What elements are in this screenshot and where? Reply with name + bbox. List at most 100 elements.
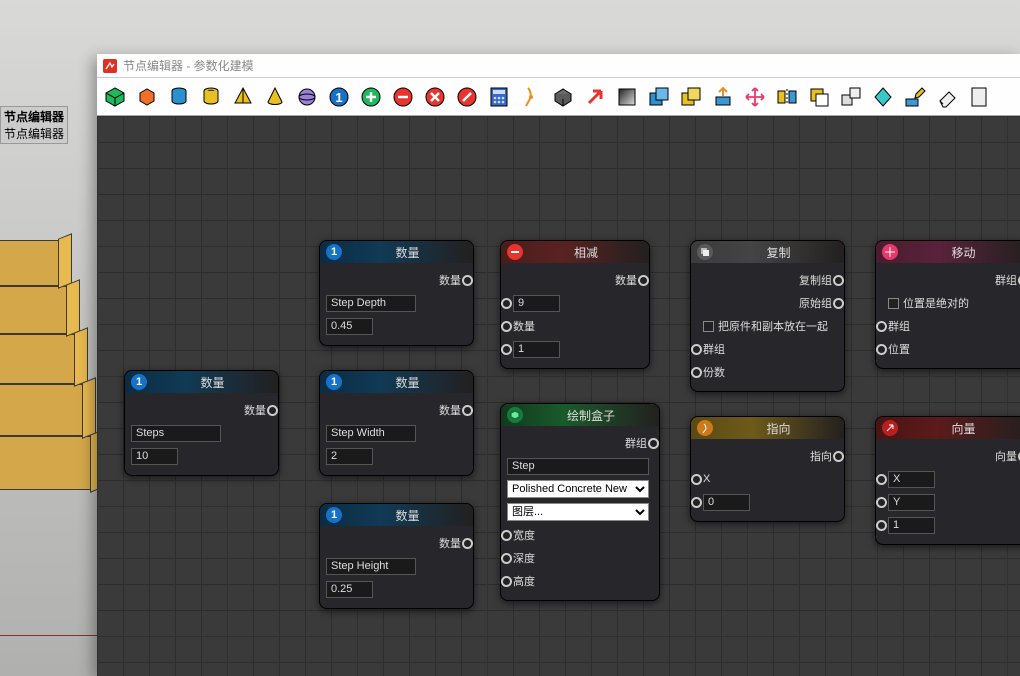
tb-eraser-icon[interactable] (933, 83, 961, 111)
value-input[interactable] (326, 318, 373, 335)
input-port[interactable] (501, 530, 512, 541)
node-step-depth[interactable]: 1 数量 数量 (319, 240, 474, 346)
tb-plus-icon[interactable] (357, 83, 385, 111)
input-port[interactable] (691, 344, 702, 355)
input-port[interactable] (501, 576, 512, 587)
input-port[interactable] (691, 474, 702, 485)
port-label: 原始组 (799, 295, 832, 311)
node-header[interactable]: 绘制盒子 (501, 404, 659, 426)
tb-gradient-icon[interactable] (613, 83, 641, 111)
output-port[interactable] (462, 275, 473, 286)
node-title: 数量 (348, 244, 467, 261)
tb-minus-icon[interactable] (389, 83, 417, 111)
tb-extrude-icon[interactable] (709, 83, 737, 111)
tb-times-icon[interactable] (421, 83, 449, 111)
cube-icon (507, 407, 523, 423)
input-port[interactable] (501, 298, 512, 309)
input-port[interactable] (691, 497, 702, 508)
y-input[interactable] (888, 494, 935, 511)
node-step-width[interactable]: 1 数量 数量 (319, 370, 474, 476)
node-title: 移动 (904, 244, 1020, 261)
tb-flip-h-icon[interactable] (773, 83, 801, 111)
node-header[interactable]: 向量 (876, 417, 1020, 439)
node-vector[interactable]: 向量 向量 (875, 416, 1020, 545)
z-input[interactable] (888, 517, 935, 534)
tb-layers-blue-icon[interactable] (645, 83, 673, 111)
value-input[interactable] (703, 494, 750, 511)
node-header[interactable]: 1 数量 (320, 504, 473, 526)
input-port[interactable] (691, 367, 702, 378)
tb-scale-icon[interactable] (837, 83, 865, 111)
titlebar[interactable]: 节点编辑器 - 参数化建模 (97, 54, 1020, 78)
checkbox[interactable] (888, 298, 899, 309)
output-port[interactable] (648, 438, 659, 449)
x-input[interactable] (888, 471, 935, 488)
node-steps[interactable]: 1 数量 数量 (124, 370, 279, 476)
node-header[interactable]: 1 数量 (320, 371, 473, 393)
node-step-height[interactable]: 1 数量 数量 (319, 503, 474, 609)
output-port[interactable] (833, 298, 844, 309)
node-point[interactable]: 指向 指向 X (690, 416, 845, 522)
input-port[interactable] (501, 553, 512, 564)
output-port[interactable] (267, 405, 278, 416)
tb-calculator-icon[interactable] (485, 83, 513, 111)
minus-icon (507, 244, 523, 260)
tb-prism-icon[interactable] (133, 83, 161, 111)
tb-cone-icon[interactable] (261, 83, 289, 111)
name-input[interactable] (326, 558, 416, 575)
node-header[interactable]: 1 数量 (320, 241, 473, 263)
tb-box3d-icon[interactable] (549, 83, 577, 111)
node-canvas[interactable]: 1 数量 数量 1 数量 数量 1 数量 (97, 116, 1020, 676)
tb-cylinder-icon[interactable] (165, 83, 193, 111)
output-port[interactable] (833, 275, 844, 286)
checkbox[interactable] (703, 321, 714, 332)
tb-arrow-ne-icon[interactable] (581, 83, 609, 111)
node-header[interactable]: 1 数量 (125, 371, 278, 393)
node-draw-box[interactable]: 绘制盒子 群组 Polished Concrete New 图层... 宽度 深… (500, 403, 660, 601)
input-port[interactable] (501, 321, 512, 332)
input-port[interactable] (876, 520, 887, 531)
output-port[interactable] (833, 451, 844, 462)
tb-cube-icon[interactable] (101, 83, 129, 111)
node-header[interactable]: 复制 (691, 241, 844, 263)
port-label: X (703, 473, 710, 485)
value-input[interactable] (326, 581, 373, 598)
input-port[interactable] (501, 344, 512, 355)
name-input[interactable] (131, 425, 221, 442)
output-port[interactable] (638, 275, 649, 286)
output-port[interactable] (462, 405, 473, 416)
tb-sphere-icon[interactable] (293, 83, 321, 111)
tb-copy-icon[interactable] (805, 83, 833, 111)
tb-edit-icon[interactable] (901, 83, 929, 111)
tb-diamond-icon[interactable] (869, 83, 897, 111)
tb-page-icon[interactable] (965, 83, 993, 111)
tb-move-cross-icon[interactable] (741, 83, 769, 111)
node-header[interactable]: 相减 (501, 241, 649, 263)
input-port[interactable] (876, 344, 887, 355)
tb-tube-icon[interactable] (197, 83, 225, 111)
node-move[interactable]: 移动 群组 位置是绝对的 群组 位置 (875, 240, 1020, 369)
output-port[interactable] (462, 538, 473, 549)
tb-divide-icon[interactable] (453, 83, 481, 111)
port-label: 指向 (810, 448, 832, 464)
node-subtract[interactable]: 相减 数量 数量 (500, 240, 650, 369)
value-input[interactable] (326, 448, 373, 465)
input-port[interactable] (876, 497, 887, 508)
tb-pyramid-icon[interactable] (229, 83, 257, 111)
material-select[interactable]: Polished Concrete New (507, 480, 649, 498)
value-a-input[interactable] (513, 295, 560, 312)
value-input[interactable] (131, 448, 178, 465)
node-copy[interactable]: 复制 复制组 原始组 把原件和副本放在一起 群组 份数 (690, 240, 845, 392)
node-header[interactable]: 移动 (876, 241, 1020, 263)
name-input[interactable] (326, 295, 416, 312)
name-input[interactable] (326, 425, 416, 442)
value-b-input[interactable] (513, 341, 560, 358)
layer-select[interactable]: 图层... (507, 503, 649, 521)
tb-layers-yellow-icon[interactable] (677, 83, 705, 111)
input-port[interactable] (876, 321, 887, 332)
tb-number-icon[interactable]: 1 (325, 83, 353, 111)
name-input[interactable] (507, 458, 649, 475)
input-port[interactable] (876, 474, 887, 485)
tb-point-icon[interactable] (517, 83, 545, 111)
node-header[interactable]: 指向 (691, 417, 844, 439)
